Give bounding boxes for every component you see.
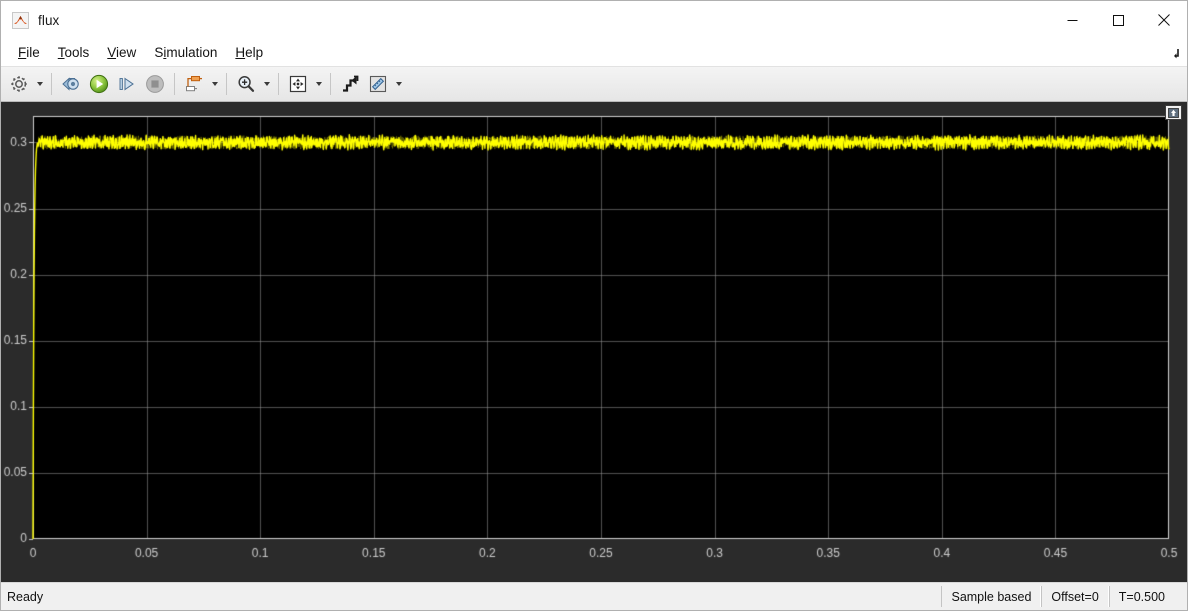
fit-to-view-dropdown[interactable] — [312, 70, 325, 98]
toolbar-separator — [51, 73, 52, 95]
rewind-icon — [62, 77, 79, 91]
signal-selection-button[interactable] — [180, 70, 208, 98]
step-forward-icon — [119, 77, 134, 91]
statusbar: Ready Sample based Offset=0 T=0.500 — [1, 582, 1187, 610]
maximize-axes-button[interactable] — [1165, 105, 1182, 120]
scope-plot-area[interactable] — [1, 102, 1187, 582]
maximize-axes-icon — [1168, 107, 1179, 118]
signal-selection-dropdown[interactable] — [208, 70, 221, 98]
close-button[interactable] — [1141, 1, 1187, 39]
menu-tools[interactable]: Tools — [49, 42, 99, 63]
titlebar-left: flux — [1, 11, 60, 29]
scope-window: flux File Tools View Simulation Help Rea… — [0, 0, 1188, 611]
cursor-measurements-button[interactable] — [364, 70, 392, 98]
matlab-scope-icon — [12, 11, 29, 29]
maximize-button[interactable] — [1095, 1, 1141, 39]
toolbar-separator — [278, 73, 279, 95]
ruler-icon — [369, 75, 387, 93]
window-title: flux — [38, 12, 60, 28]
menu-view[interactable]: View — [98, 42, 145, 63]
status-time: T=0.500 — [1108, 586, 1187, 607]
zoom-in-icon — [238, 76, 255, 92]
window-controls — [1049, 1, 1187, 39]
status-ready: Ready — [7, 589, 44, 604]
autoscale-icon — [343, 75, 359, 92]
menu-help[interactable]: Help — [226, 42, 272, 63]
run-button[interactable] — [85, 70, 113, 98]
status-offset: Offset=0 — [1041, 586, 1109, 607]
minimize-button[interactable] — [1049, 1, 1095, 39]
zoom-in-button[interactable] — [232, 70, 260, 98]
zoom-in-dropdown[interactable] — [260, 70, 273, 98]
stop-icon — [146, 75, 164, 93]
toolbar-separator — [330, 73, 331, 95]
play-icon — [89, 74, 109, 94]
titlebar: flux — [1, 1, 1187, 39]
configuration-properties-button[interactable] — [5, 70, 33, 98]
step-forward-button[interactable] — [113, 70, 141, 98]
signal-selector-icon — [186, 76, 202, 92]
scope-canvas[interactable] — [1, 102, 1187, 579]
toolbar-separator — [174, 73, 175, 95]
menu-file[interactable]: File — [9, 42, 49, 63]
menu-overflow-arrow-icon[interactable] — [1167, 47, 1181, 61]
simulation-rewind-button[interactable] — [57, 70, 85, 98]
toolbar-separator — [226, 73, 227, 95]
gear-icon — [11, 76, 27, 92]
fit-to-view-button[interactable] — [284, 70, 312, 98]
status-frame-mode: Sample based — [941, 586, 1042, 607]
menubar: File Tools View Simulation Help — [1, 39, 1187, 67]
stop-button — [141, 70, 169, 98]
menu-simulation[interactable]: Simulation — [145, 42, 226, 63]
configuration-properties-dropdown[interactable] — [33, 70, 46, 98]
autoscale-button[interactable] — [336, 70, 364, 98]
toolbar — [1, 67, 1187, 102]
cursor-measurements-dropdown[interactable] — [392, 70, 405, 98]
fit-to-view-icon — [289, 75, 307, 93]
